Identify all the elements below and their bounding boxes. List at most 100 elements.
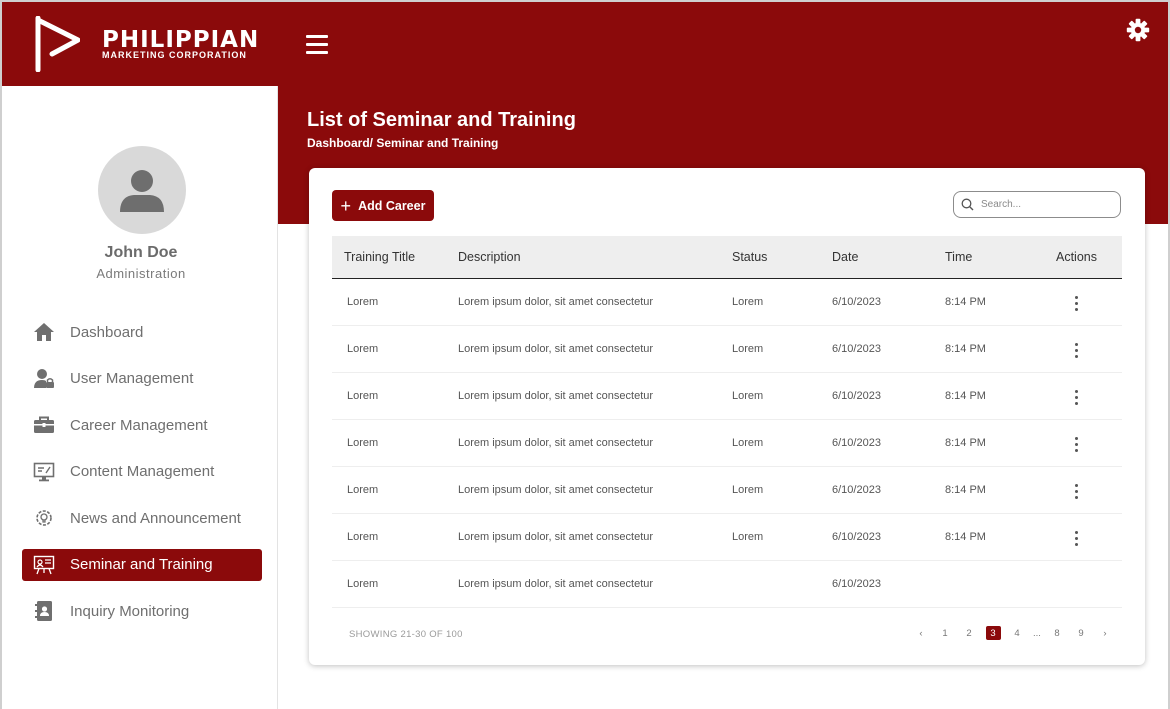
top-bar: PHILIPPIAN MARKETING CORPORATION	[2, 2, 1168, 86]
cell-time: 8:14 PM	[945, 530, 986, 543]
breadcrumb[interactable]: Dashboard/ Seminar and Training	[307, 136, 498, 150]
sidebar-item-label: News and Announcement	[70, 509, 241, 527]
cell-date: 6/10/2023	[832, 483, 881, 496]
sidebar-item-seminar-and-training[interactable]: Seminar and Training	[22, 548, 262, 581]
sidebar-item-user-management[interactable]: User Management	[22, 363, 262, 395]
cell-date: 6/10/2023	[832, 389, 881, 402]
column-header-description[interactable]: Description	[458, 236, 732, 279]
pagination-ellipsis: ...	[1033, 627, 1041, 639]
sidebar-item-label: Content Management	[70, 463, 215, 480]
cell-time: 8:14 PM	[945, 483, 986, 496]
cell-actions	[1031, 560, 1122, 607]
more-vertical-icon[interactable]	[1075, 342, 1078, 360]
gear-icon[interactable]	[1126, 18, 1150, 47]
page-title: List of Seminar and Training	[307, 109, 576, 131]
cell-status: Lorem	[732, 483, 764, 496]
pagination-summary: SHOWING 21-30 OF 100	[349, 629, 463, 640]
page-button-2[interactable]: 2	[957, 626, 981, 640]
column-header-status[interactable]: Status	[732, 236, 832, 279]
cell-status: Lorem	[732, 342, 764, 355]
table-row[interactable]: Lorem Lorem ipsum dolor, sit amet consec…	[332, 513, 1122, 560]
home-icon	[32, 320, 56, 344]
cell-description: Lorem ipsum dolor, sit amet consectetur	[458, 530, 654, 543]
sidebar-item-label: Seminar and Training	[70, 556, 213, 573]
table-row[interactable]: Lorem Lorem ipsum dolor, sit amet consec…	[332, 325, 1122, 372]
cell-status: Lorem	[732, 295, 764, 308]
cell-title: Lorem	[347, 577, 379, 590]
cell-time: 8:14 PM	[945, 342, 986, 355]
cell-status: Lorem	[732, 530, 764, 543]
cell-title: Lorem	[347, 483, 379, 496]
column-header-training-title[interactable]: Training Title	[332, 236, 458, 279]
search-icon	[961, 198, 974, 211]
table-row[interactable]: Lorem Lorem ipsum dolor, sit amet consec…	[332, 466, 1122, 513]
gear-bulb-icon	[32, 506, 56, 530]
search-box[interactable]	[953, 191, 1121, 218]
monitor-icon	[32, 460, 56, 484]
table-row[interactable]: Lorem Lorem ipsum dolor, sit amet consec…	[332, 560, 1122, 607]
cell-status	[732, 560, 832, 607]
cell-time: 8:14 PM	[945, 436, 986, 449]
cell-actions	[1031, 372, 1122, 419]
hamburger-icon[interactable]	[306, 35, 328, 55]
user-role: Administration	[96, 266, 186, 281]
more-vertical-icon[interactable]	[1075, 436, 1078, 454]
sidebar-item-label: Career Management	[70, 416, 208, 434]
page-button-1[interactable]: 1	[933, 626, 957, 640]
plus-icon: +	[340, 195, 352, 216]
more-vertical-icon[interactable]	[1075, 483, 1078, 501]
more-vertical-icon[interactable]	[1075, 295, 1078, 313]
brand-subtitle: MARKETING CORPORATION	[102, 49, 247, 60]
cell-actions	[1031, 278, 1122, 325]
sidebar-item-career-management[interactable]: Career Management	[22, 409, 262, 441]
cell-title: Lorem	[347, 389, 379, 402]
cell-title: Lorem	[347, 342, 379, 355]
page-button-9[interactable]: 9	[1069, 626, 1093, 640]
sidebar-item-news-and-announcement[interactable]: News and Announcement	[22, 502, 262, 534]
table-header-row: Training Title Description Status Date T…	[332, 236, 1122, 279]
page-button-8[interactable]: 8	[1045, 626, 1069, 640]
more-vertical-icon[interactable]	[1075, 389, 1078, 407]
sidebar-nav: Dashboard User Management Career Managem…	[22, 316, 262, 642]
training-table: Training Title Description Status Date T…	[332, 236, 1122, 608]
app-window: PHILIPPIAN MARKETING CORPORATION John Do…	[0, 0, 1170, 709]
brand-name: PHILIPPIAN	[102, 26, 260, 53]
cell-actions	[1031, 466, 1122, 513]
cell-status: Lorem	[732, 389, 764, 402]
add-career-button[interactable]: + Add Career	[332, 190, 434, 221]
cell-description: Lorem ipsum dolor, sit amet consectetur	[458, 577, 654, 590]
flag-logo-icon	[35, 16, 80, 72]
chevron-right-icon[interactable]: ›	[1093, 626, 1117, 640]
cell-date: 6/10/2023	[832, 530, 881, 543]
contact-book-icon	[32, 599, 56, 623]
chevron-left-icon[interactable]: ‹	[909, 626, 933, 640]
column-header-time[interactable]: Time	[945, 236, 1031, 279]
sidebar-item-label: Dashboard	[70, 323, 144, 341]
cell-status: Lorem	[732, 436, 764, 449]
sidebar-item-content-management[interactable]: Content Management	[22, 456, 262, 488]
sidebar-item-inquiry-monitoring[interactable]: Inquiry Monitoring	[22, 595, 262, 627]
cell-actions	[1031, 513, 1122, 560]
cell-time	[945, 560, 1031, 607]
table-row[interactable]: Lorem Lorem ipsum dolor, sit amet consec…	[332, 372, 1122, 419]
briefcase-icon	[32, 413, 56, 437]
cell-time: 8:14 PM	[945, 295, 986, 308]
cell-title: Lorem	[347, 530, 379, 543]
cell-actions	[1031, 419, 1122, 466]
cell-date: 6/10/2023	[832, 436, 881, 449]
table-row[interactable]: Lorem Lorem ipsum dolor, sit amet consec…	[332, 278, 1122, 325]
pagination: ‹ 1 2 3 4 ... 8 9 ›	[909, 626, 1117, 640]
search-input[interactable]	[981, 199, 1111, 210]
user-name: John Doe	[104, 244, 178, 261]
brand-logo[interactable]: PHILIPPIAN MARKETING CORPORATION	[32, 16, 259, 72]
sidebar-item-dashboard[interactable]: Dashboard	[22, 316, 262, 348]
page-button-4[interactable]: 4	[1005, 626, 1029, 640]
column-header-date[interactable]: Date	[832, 236, 945, 279]
page-button-3-current[interactable]: 3	[985, 626, 1001, 640]
table-row[interactable]: Lorem Lorem ipsum dolor, sit amet consec…	[332, 419, 1122, 466]
sidebar-item-label: Inquiry Monitoring	[70, 602, 190, 620]
user-avatar-icon	[98, 146, 186, 234]
cell-description: Lorem ipsum dolor, sit amet consectetur	[458, 436, 654, 449]
presentation-icon	[32, 553, 56, 577]
more-vertical-icon[interactable]	[1075, 530, 1078, 548]
